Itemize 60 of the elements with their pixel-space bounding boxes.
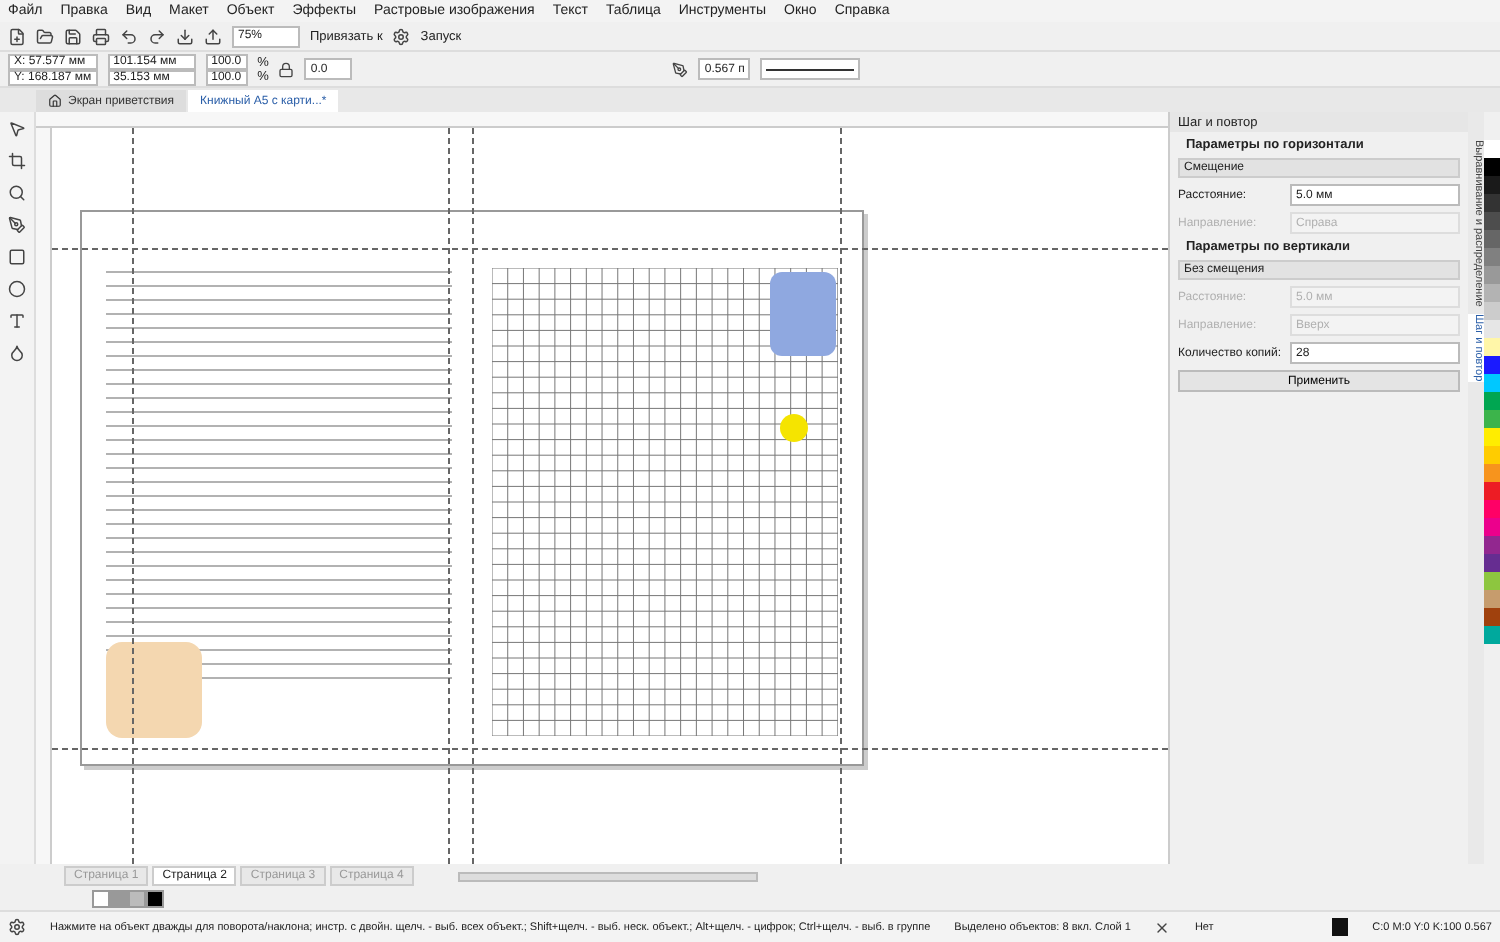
color-swatch[interactable] (1484, 212, 1500, 230)
pen-icon[interactable] (8, 216, 26, 234)
print-icon[interactable] (92, 27, 110, 45)
line-style-icon (766, 67, 855, 71)
redo-icon[interactable] (148, 27, 166, 45)
settings-icon (8, 918, 26, 936)
crop-icon[interactable] (8, 152, 26, 170)
color-swatch[interactable] (1484, 374, 1500, 392)
settings-icon[interactable] (392, 27, 411, 45)
color-swatch[interactable] (1484, 410, 1500, 428)
color-swatch[interactable] (1484, 140, 1500, 158)
color-swatch[interactable] (1484, 464, 1500, 482)
color-swatch[interactable] (1484, 302, 1500, 320)
color-swatch[interactable] (1484, 554, 1500, 572)
text-icon[interactable] (8, 312, 26, 330)
horizontal-scrollbar[interactable] (457, 871, 758, 881)
color-swatch[interactable] (146, 890, 164, 908)
home-icon (48, 94, 62, 108)
pen-icon (672, 61, 689, 77)
rectangle-icon[interactable] (8, 248, 26, 266)
import-icon[interactable] (176, 27, 194, 45)
drawing-canvas[interactable] (52, 128, 1168, 864)
color-swatch[interactable] (1484, 572, 1500, 590)
color-swatch[interactable] (1484, 320, 1500, 338)
lock-icon[interactable] (278, 61, 295, 77)
undo-icon[interactable] (120, 27, 138, 45)
color-swatch[interactable] (92, 890, 110, 908)
pointer-icon[interactable] (8, 120, 26, 138)
outline-color-swatch (1332, 918, 1349, 936)
color-swatch[interactable] (1484, 446, 1500, 464)
color-swatch[interactable] (1484, 194, 1500, 212)
color-swatch[interactable] (1484, 356, 1500, 374)
color-swatch[interactable] (128, 890, 146, 908)
color-swatch[interactable] (1484, 608, 1500, 626)
new-document-icon[interactable] (8, 27, 26, 45)
illustration-placeholder (106, 642, 202, 738)
search-icon[interactable] (8, 184, 26, 202)
ellipse-icon[interactable] (8, 280, 26, 298)
color-swatch[interactable] (1484, 536, 1500, 554)
illustration-placeholder (770, 272, 836, 356)
export-icon[interactable] (204, 27, 222, 45)
no-fill-icon (1154, 919, 1171, 935)
open-icon[interactable] (36, 27, 54, 45)
color-swatch[interactable] (1484, 518, 1500, 536)
color-swatch[interactable] (1484, 500, 1500, 518)
save-icon[interactable] (64, 27, 82, 45)
color-swatch[interactable] (1484, 176, 1500, 194)
line-style-dropdown[interactable] (760, 58, 861, 80)
color-swatch[interactable] (1484, 248, 1500, 266)
color-swatch[interactable] (1484, 590, 1500, 608)
color-swatch[interactable] (1484, 266, 1500, 284)
color-swatch[interactable] (1484, 482, 1500, 500)
color-swatch[interactable] (1484, 158, 1500, 176)
color-swatch[interactable] (1484, 428, 1500, 446)
color-swatch[interactable] (110, 890, 128, 908)
color-swatch[interactable] (1484, 392, 1500, 410)
color-swatch[interactable] (1484, 230, 1500, 248)
color-swatch[interactable] (1484, 284, 1500, 302)
color-swatch[interactable] (1484, 626, 1500, 644)
color-swatch[interactable] (1484, 338, 1500, 356)
